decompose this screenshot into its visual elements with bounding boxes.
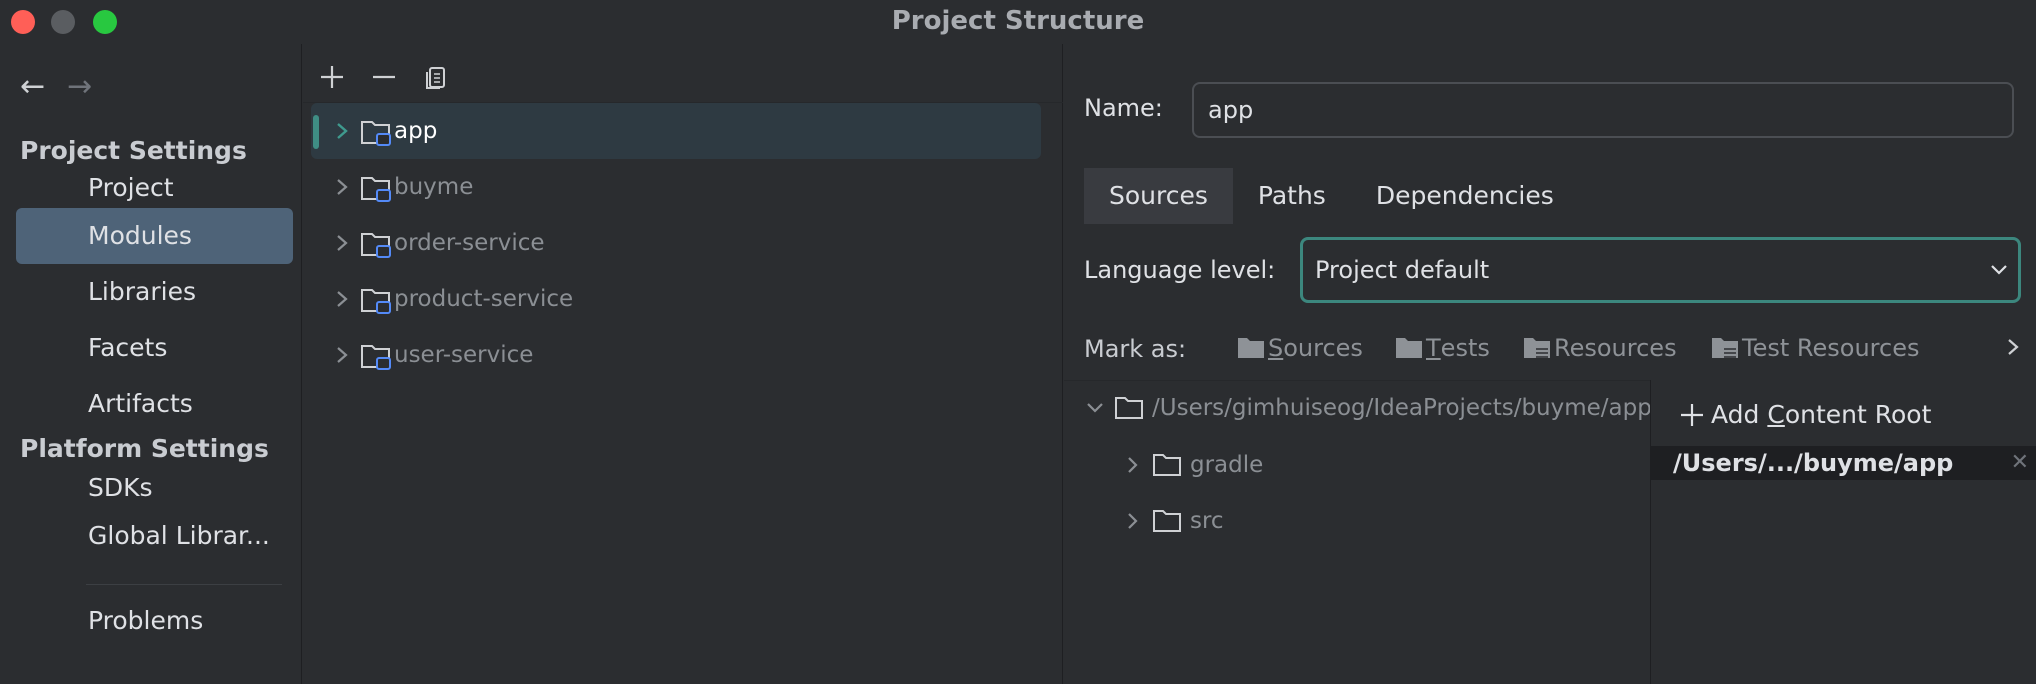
chevron-right-icon[interactable]	[331, 341, 353, 369]
mark-sources-button[interactable]: Sources	[1236, 334, 1363, 362]
chevron-right-icon[interactable]	[331, 117, 353, 145]
chevron-right-icon[interactable]	[331, 173, 353, 201]
tree-row-src[interactable]: src	[1122, 508, 1224, 534]
tab-paths[interactable]: Paths	[1233, 168, 1351, 224]
platform-settings-header: Platform Settings	[20, 434, 269, 463]
modules-panel: app buyme order-service product-service …	[303, 44, 1063, 684]
module-folder-icon	[361, 121, 391, 146]
add-content-root-button[interactable]: Add Content Root	[1679, 400, 1931, 429]
module-label: product-service	[394, 286, 574, 312]
content-root-path: /Users/gimhuiseog/IdeaProjects/buyme/app	[1152, 395, 1652, 421]
test-resources-folder-icon	[1712, 338, 1738, 358]
modules-toolbar	[317, 62, 451, 92]
selection-accent	[313, 115, 319, 149]
close-icon[interactable]: ✕	[2011, 446, 2029, 480]
mark-sources-label: ources	[1283, 334, 1363, 362]
title-bar: Project Structure	[0, 0, 2036, 44]
language-level-select[interactable]: Project default	[1300, 237, 2021, 303]
mark-as-label: Mark as:	[1084, 335, 1187, 363]
tree-label-src: src	[1190, 508, 1224, 534]
chevron-right-icon[interactable]	[331, 285, 353, 313]
module-label: user-service	[394, 342, 534, 368]
chevron-down-icon[interactable]	[1084, 397, 1106, 419]
module-folder-icon	[361, 289, 391, 314]
arrow-right-icon[interactable]: →	[67, 72, 92, 106]
detail-tabs: Sources Paths Dependencies	[1084, 168, 1579, 224]
tree-row-gradle[interactable]: gradle	[1122, 452, 1263, 478]
module-row-order-service[interactable]: order-service	[311, 215, 1041, 271]
sidebar-divider	[86, 584, 282, 585]
tab-dependencies[interactable]: Dependencies	[1351, 168, 1579, 224]
module-label: buyme	[394, 174, 474, 200]
settings-sidebar: ← → Project Settings Project Modules Lib…	[0, 44, 302, 684]
sidebar-item-artifacts[interactable]: Artifacts	[16, 376, 293, 432]
plus-icon	[1681, 403, 1703, 426]
sidebar-item-libraries[interactable]: Libraries	[16, 264, 293, 320]
copy-icon[interactable]	[421, 62, 451, 92]
mark-tests-mnemonic: T	[1426, 334, 1441, 362]
module-row-app[interactable]: app	[311, 103, 1041, 159]
folder-icon	[1153, 454, 1181, 476]
module-folder-icon	[361, 233, 391, 258]
mark-resources-label: Resources	[1554, 334, 1677, 362]
module-row-product-service[interactable]: product-service	[311, 271, 1041, 327]
content-root-item[interactable]: /Users/.../buyme/app ✕	[1651, 446, 2036, 480]
sidebar-item-modules[interactable]: Modules	[16, 208, 293, 264]
folder-icon	[1153, 510, 1181, 532]
module-label: order-service	[394, 230, 545, 256]
name-label: Name:	[1084, 94, 1163, 122]
chevron-right-icon[interactable]	[2004, 334, 2022, 360]
chevron-right-icon[interactable]	[331, 229, 353, 257]
tree-label-gradle: gradle	[1190, 452, 1264, 478]
module-label: app	[394, 118, 438, 144]
chevron-right-icon[interactable]	[1122, 454, 1144, 476]
sidebar-item-global-libraries[interactable]: Global Librar...	[16, 508, 293, 564]
sources-folder-icon	[1238, 338, 1264, 358]
module-folder-icon	[361, 345, 391, 370]
plus-icon[interactable]	[317, 62, 347, 92]
mark-tests-label: ests	[1440, 334, 1490, 362]
module-row-user-service[interactable]: user-service	[311, 327, 1041, 383]
tests-folder-icon	[1396, 338, 1422, 358]
arrow-left-icon[interactable]: ←	[20, 72, 45, 106]
resources-folder-icon	[1524, 338, 1550, 358]
add-content-root-label-post: ontent Root	[1784, 400, 1932, 429]
module-row-buyme[interactable]: buyme	[311, 159, 1041, 215]
content-root-item-label: /Users/.../buyme/app	[1673, 449, 1954, 477]
mark-sources-mnemonic: S	[1268, 334, 1284, 362]
tab-sources[interactable]: Sources	[1084, 168, 1233, 224]
language-level-value: Project default	[1315, 256, 1490, 284]
module-detail-panel: Name: Sources Paths Dependencies Languag…	[1064, 44, 2036, 684]
window-title: Project Structure	[891, 6, 1145, 36]
language-level-label: Language level:	[1084, 256, 1276, 284]
module-folder-icon	[361, 177, 391, 202]
add-content-root-mnemonic: C	[1767, 400, 1785, 429]
folder-icon	[1115, 397, 1143, 419]
mark-resources-button[interactable]: Resources	[1522, 334, 1677, 362]
sidebar-item-facets[interactable]: Facets	[16, 320, 293, 376]
chevron-right-icon[interactable]	[1122, 510, 1144, 532]
sidebar-item-problems[interactable]: Problems	[16, 593, 293, 649]
content-root-tree-row[interactable]: /Users/gimhuiseog/IdeaProjects/buyme/app	[1084, 395, 1714, 421]
minus-icon[interactable]	[369, 62, 399, 92]
mark-test-resources-label: Test Resources	[1742, 334, 1920, 362]
content-roots-panel: Add Content Root /Users/.../buyme/app ✕	[1650, 380, 2036, 684]
chevron-down-icon	[1991, 265, 2007, 275]
mark-test-resources-button[interactable]: Test Resources	[1710, 334, 1919, 362]
add-content-root-label-pre: Add	[1711, 400, 1768, 429]
mark-tests-button[interactable]: Tests	[1394, 334, 1490, 362]
module-name-input[interactable]	[1192, 82, 2014, 138]
